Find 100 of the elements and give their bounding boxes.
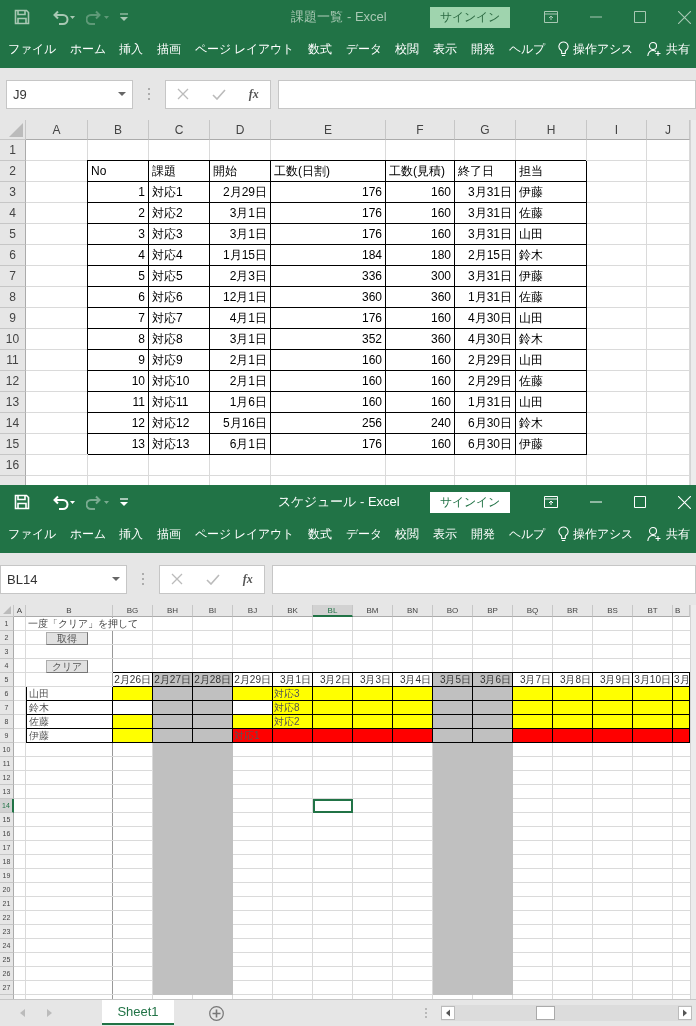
row-header[interactable]: 4 (0, 203, 26, 224)
column-header[interactable]: BP (473, 605, 513, 617)
column-header[interactable]: BT (633, 605, 673, 617)
column-header[interactable]: C (149, 120, 210, 140)
column-header[interactable]: B (673, 605, 690, 617)
row-header[interactable]: 2 (0, 161, 26, 182)
row-header[interactable]: 16 (0, 455, 26, 476)
redo-icon[interactable] (86, 9, 110, 25)
save-icon[interactable] (14, 9, 30, 25)
column-header[interactable]: BM (353, 605, 393, 617)
column-header[interactable]: BK (273, 605, 313, 617)
form-button[interactable]: 取得 (46, 631, 88, 645)
formula-input[interactable] (278, 79, 696, 109)
share-button[interactable]: 共有 (646, 40, 690, 58)
column-header[interactable]: B (26, 605, 113, 617)
row-header[interactable]: 7 (0, 266, 26, 287)
redo-icon[interactable] (86, 494, 110, 510)
row-header[interactable]: 15 (0, 434, 26, 455)
scroll-right-icon[interactable] (678, 1006, 692, 1020)
sign-in-button[interactable]: サインイン (430, 6, 510, 28)
row-header[interactable]: 3 (0, 182, 26, 203)
previous-sheet-icon[interactable] (20, 1009, 25, 1017)
ribbon-tab[interactable]: 開発 (470, 525, 495, 543)
column-header[interactable]: E (271, 120, 386, 140)
scroll-left-icon[interactable] (441, 1006, 455, 1020)
ribbon-tab[interactable]: ファイル (8, 525, 56, 543)
ribbon-tab[interactable]: 数式 (307, 525, 332, 543)
add-sheet-icon[interactable] (209, 1005, 224, 1021)
column-header[interactable]: G (455, 120, 516, 140)
ribbon-tab[interactable]: ページ レイアウト (194, 525, 295, 543)
ribbon-tab[interactable]: データ (345, 525, 382, 543)
ribbon-tab[interactable]: ホーム (69, 40, 106, 58)
close-icon[interactable] (678, 10, 691, 24)
sign-in-button[interactable]: サインイン (430, 491, 510, 513)
row-header[interactable]: 11 (0, 350, 26, 371)
ribbon-tab[interactable]: 校閲 (395, 40, 420, 58)
column-header[interactable]: F (386, 120, 455, 140)
row-header[interactable]: 13 (0, 392, 26, 413)
column-header[interactable]: BH (153, 605, 193, 617)
ribbon-tab[interactable]: ファイル (8, 40, 56, 58)
ribbon-tab[interactable]: 描画 (157, 40, 182, 58)
sheet-tab[interactable]: Sheet1 (102, 999, 174, 1025)
ribbon-tab[interactable]: 校閲 (395, 525, 420, 543)
insert-function-button[interactable]: fx (248, 86, 259, 102)
column-header[interactable]: J (647, 120, 690, 140)
ribbon-tab[interactable]: 描画 (157, 525, 182, 543)
horizontal-scrollbar[interactable] (441, 1005, 692, 1021)
check-icon[interactable] (212, 88, 226, 100)
column-header[interactable]: BO (433, 605, 473, 617)
select-all-button[interactable] (0, 120, 26, 140)
row-header[interactable]: 8 (0, 287, 26, 308)
vertical-scrollbar[interactable] (690, 120, 696, 485)
ribbon-tab[interactable]: 挿入 (119, 40, 144, 58)
row-header[interactable]: 6 (0, 245, 26, 266)
row-header[interactable]: 1 (0, 140, 26, 161)
column-header[interactable]: D (210, 120, 271, 140)
ribbon-tab[interactable]: 表示 (433, 40, 458, 58)
ribbon-tab[interactable]: ヘルプ (508, 40, 545, 58)
ribbon-tab[interactable]: 表示 (433, 525, 458, 543)
scroll-thumb[interactable] (536, 1006, 555, 1020)
column-header[interactable]: A (26, 120, 88, 140)
maximize-icon[interactable] (634, 11, 646, 23)
column-header[interactable]: B (88, 120, 149, 140)
column-header[interactable]: I (587, 120, 647, 140)
ribbon-tab[interactable]: ホーム (69, 525, 106, 543)
ribbon-tab[interactable]: 挿入 (119, 525, 144, 543)
column-header[interactable]: BQ (513, 605, 553, 617)
formula-input[interactable] (272, 564, 696, 594)
share-button[interactable]: 共有 (646, 525, 690, 543)
row-header[interactable]: 10 (0, 329, 26, 350)
ribbon-tab[interactable]: ヘルプ (508, 525, 545, 543)
column-header[interactable]: BN (393, 605, 433, 617)
cancel-icon[interactable] (177, 88, 190, 100)
column-header[interactable]: BI (193, 605, 233, 617)
name-box[interactable]: BL14 (0, 564, 127, 594)
row-header[interactable]: 5 (0, 224, 26, 245)
column-header[interactable]: BG (113, 605, 153, 617)
cancel-icon[interactable] (171, 573, 184, 585)
ribbon-tab[interactable]: 数式 (307, 40, 332, 58)
ribbon-tab[interactable]: データ (345, 40, 382, 58)
ribbon-display-icon[interactable] (544, 11, 558, 23)
insert-function-button[interactable]: fx (242, 571, 253, 587)
ribbon-tab[interactable]: ページ レイアウト (194, 40, 295, 58)
column-header[interactable]: BL (313, 605, 353, 617)
ribbon-tab[interactable]: 開発 (470, 40, 495, 58)
column-header[interactable]: H (516, 120, 587, 140)
undo-icon[interactable] (52, 494, 76, 510)
next-sheet-icon[interactable] (47, 1009, 52, 1017)
customize-toolbar-icon[interactable] (120, 13, 128, 21)
column-header[interactable]: A (14, 605, 26, 617)
column-header[interactable]: BS (593, 605, 633, 617)
column-header[interactable]: BJ (233, 605, 273, 617)
row-header[interactable]: 9 (0, 308, 26, 329)
vertical-scrollbar[interactable] (690, 605, 696, 999)
customize-toolbar-icon[interactable] (120, 498, 128, 506)
undo-icon[interactable] (52, 9, 76, 25)
row-header[interactable]: 12 (0, 371, 26, 392)
name-box[interactable]: J9 (6, 79, 133, 109)
tell-me-button[interactable]: 操作アシス (558, 525, 634, 543)
column-header[interactable]: BR (553, 605, 593, 617)
